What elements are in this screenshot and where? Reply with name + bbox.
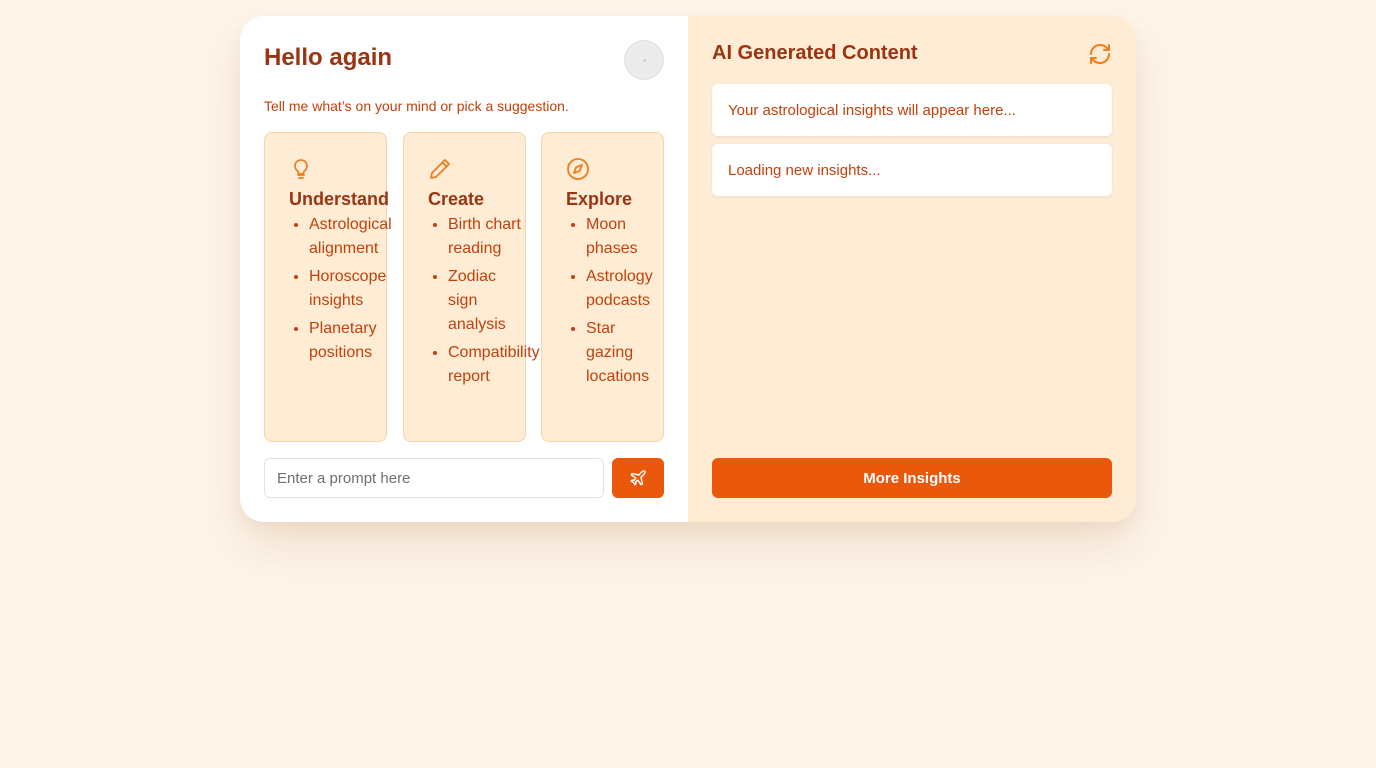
suggestion-item[interactable]: Astrological alignment [309, 213, 392, 261]
plane-icon [630, 470, 646, 486]
pencil-icon [430, 159, 450, 179]
subtitle: Tell me what’s on your mind or pick a su… [264, 98, 569, 114]
send-button[interactable] [612, 458, 664, 498]
insight-card: Loading new insights... [712, 144, 1112, 196]
suggestion-item[interactable]: Birth chart reading [448, 213, 525, 261]
content-title: AI Generated Content [712, 42, 918, 64]
suggestion-title: Explore [566, 189, 633, 209]
suggestion-title: Create [428, 189, 485, 209]
assistant-card: Hello again Tell me what’s on your mind … [240, 16, 1136, 522]
suggestion-list: Astrological alignment Horoscope insight… [289, 213, 392, 365]
suggestion-card-understand[interactable]: Understand Astrological alignment Horosc… [264, 132, 392, 442]
suggestion-item[interactable]: Astrology podcasts [586, 265, 663, 313]
suggestion-list: Moon phases Astrology podcasts Star gazi… [566, 213, 663, 389]
content-panel: AI Generated Content Your astrological i… [688, 16, 1136, 522]
chat-panel: Hello again Tell me what’s on your mind … [240, 16, 688, 522]
suggestion-card-explore[interactable]: Explore Moon phases Astrology podcasts S… [541, 132, 664, 442]
more-insights-button[interactable]: More Insights [712, 458, 1112, 498]
suggestion-item[interactable]: Planetary positions [309, 317, 386, 365]
insight-card: Your astrological insights will appear h… [712, 84, 1112, 136]
lightbulb-icon [294, 159, 308, 179]
suggestion-item[interactable]: Horoscope insights [309, 265, 386, 313]
suggestion-item[interactable]: Zodiac sign analysis [448, 265, 525, 337]
prompt-input[interactable] [264, 458, 604, 498]
greeting-title: Hello again [264, 44, 393, 71]
suggestion-item[interactable]: Moon phases [586, 213, 663, 261]
compass-icon [567, 158, 589, 180]
suggestion-list: Birth chart reading Zodiac sign analysis… [428, 213, 540, 389]
suggestion-item[interactable]: Star gazing locations [586, 317, 663, 389]
avatar[interactable] [624, 40, 664, 80]
suggestion-card-create[interactable]: Create Birth chart reading Zodiac sign a… [403, 132, 540, 442]
suggestion-item[interactable]: Compatibility report [448, 341, 540, 389]
suggestion-title: Understand [289, 189, 390, 209]
refresh-icon[interactable] [1088, 42, 1112, 66]
